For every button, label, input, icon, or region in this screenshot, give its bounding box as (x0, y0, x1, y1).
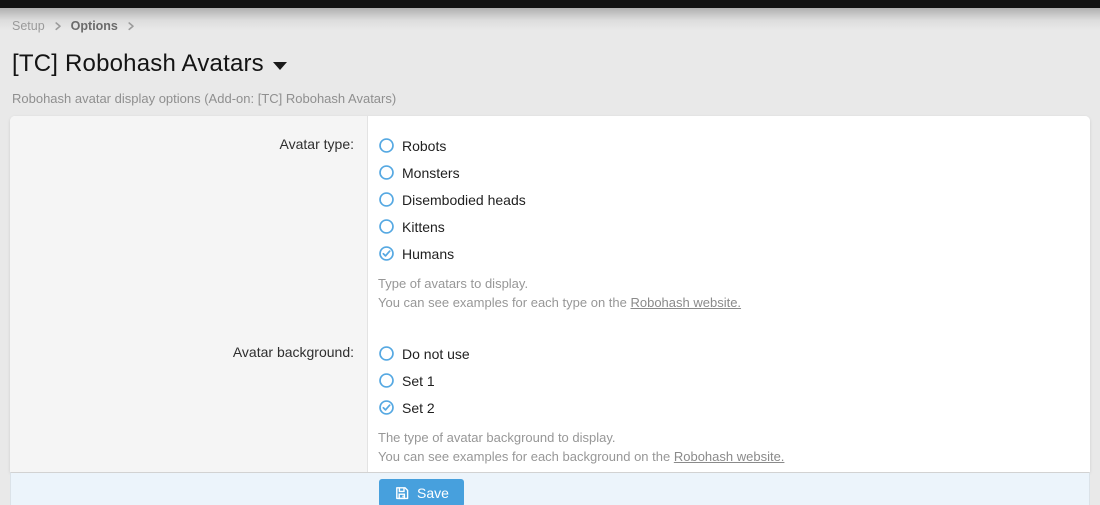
form-footer: Save (10, 472, 1090, 505)
explain-line2: You can see examples for each background… (378, 449, 674, 464)
radio-label: Kittens (402, 219, 445, 235)
radio-option-humans[interactable]: Humans (378, 240, 454, 267)
radio-label: Robots (402, 138, 446, 154)
radio-label: Set 2 (402, 400, 435, 416)
robohash-website-link[interactable]: Robohash website. (674, 449, 785, 464)
avatar-type-label: Avatar type: (10, 116, 368, 326)
radio-unchecked-icon (378, 372, 395, 389)
radio-checked-icon (378, 245, 395, 262)
title-dropdown-caret-icon[interactable] (273, 62, 287, 70)
avatar-background-label: Avatar background: (10, 326, 368, 472)
radio-option-robots[interactable]: Robots (378, 132, 446, 159)
chevron-right-icon (126, 21, 136, 32)
explain-line1: The type of avatar background to display… (378, 430, 616, 445)
radio-unchecked-icon (378, 218, 395, 235)
radio-option-set-1[interactable]: Set 1 (378, 367, 435, 394)
breadcrumb: Setup Options (12, 19, 1088, 33)
admin-page: Setup Options [TC] Robohash Avatars Robo… (0, 8, 1100, 505)
radio-unchecked-icon (378, 164, 395, 181)
radio-option-do-not-use[interactable]: Do not use (378, 340, 470, 367)
form-row-avatar-background: Avatar background: Do not use Set 1 (10, 326, 1090, 472)
save-button-label: Save (417, 485, 449, 501)
radio-option-kittens[interactable]: Kittens (378, 213, 445, 240)
radio-unchecked-icon (378, 137, 395, 154)
radio-option-set-2[interactable]: Set 2 (378, 394, 435, 421)
radio-unchecked-icon (378, 191, 395, 208)
radio-label: Monsters (402, 165, 460, 181)
save-button[interactable]: Save (379, 479, 464, 505)
robohash-website-link[interactable]: Robohash website. (630, 295, 741, 310)
radio-unchecked-icon (378, 345, 395, 362)
breadcrumb-options[interactable]: Options (71, 19, 118, 33)
radio-checked-icon (378, 399, 395, 416)
top-black-bar (0, 0, 1100, 8)
form-row-avatar-type: Avatar type: Robots Monsters (10, 116, 1090, 326)
breadcrumb-setup[interactable]: Setup (12, 19, 45, 33)
floppy-disk-icon (394, 485, 410, 501)
page-title: [TC] Robohash Avatars (12, 50, 1088, 78)
explain-line2: You can see examples for each type on th… (378, 295, 630, 310)
options-panel: Avatar type: Robots Monsters (10, 116, 1090, 472)
radio-label: Do not use (402, 346, 470, 362)
radio-label: Set 1 (402, 373, 435, 389)
avatar-type-options: Robots Monsters Disembodied heads (368, 116, 1090, 326)
radio-label: Disembodied heads (402, 192, 526, 208)
radio-option-disembodied-heads[interactable]: Disembodied heads (378, 186, 526, 213)
radio-label: Humans (402, 246, 454, 262)
page-header: Setup Options [TC] Robohash Avatars Robo… (0, 8, 1100, 106)
avatar-background-explain: The type of avatar background to display… (378, 429, 1074, 466)
avatar-type-explain: Type of avatars to display. You can see … (378, 275, 1074, 312)
chevron-right-icon (53, 21, 63, 32)
explain-line1: Type of avatars to display. (378, 276, 528, 291)
page-title-text: [TC] Robohash Avatars (12, 50, 264, 78)
radio-option-monsters[interactable]: Monsters (378, 159, 460, 186)
avatar-background-options: Do not use Set 1 Set 2 The type of avata… (368, 326, 1090, 472)
page-subtitle: Robohash avatar display options (Add-on:… (12, 91, 1088, 106)
